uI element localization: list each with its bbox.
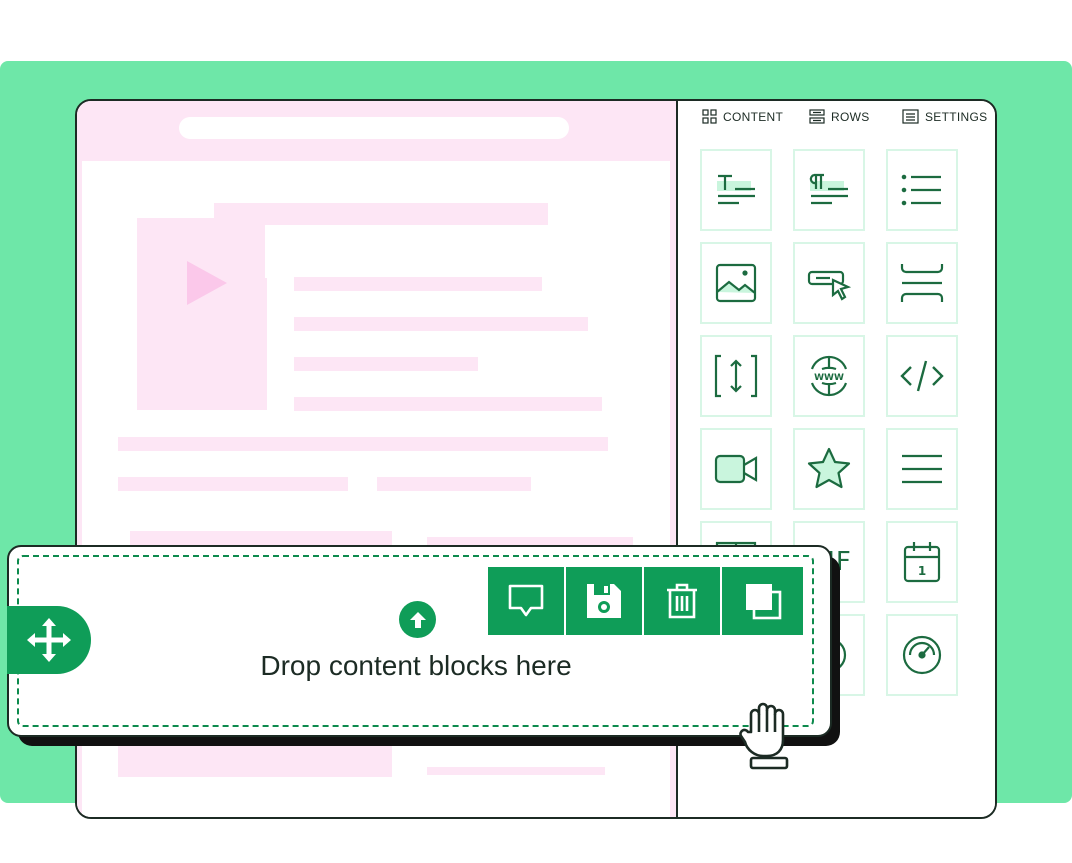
- text-line-placeholder: [294, 277, 542, 291]
- social-www-block-icon: WWW: [810, 355, 848, 397]
- comment-icon: [508, 584, 544, 617]
- block-divider[interactable]: [886, 242, 958, 324]
- text-line-placeholder: [294, 397, 602, 411]
- tab-content[interactable]: CONTENT: [702, 109, 783, 124]
- comment-button[interactable]: [488, 567, 566, 635]
- block-video[interactable]: [700, 428, 772, 510]
- upload-arrow-icon: [399, 601, 436, 638]
- image-block-icon: [715, 263, 757, 303]
- block-menu[interactable]: [886, 428, 958, 510]
- spacer-block-icon: [714, 354, 758, 398]
- block-spacer[interactable]: [700, 335, 772, 417]
- block-gauge[interactable]: [886, 614, 958, 696]
- block-title[interactable]: [700, 149, 772, 231]
- text-line-placeholder: [118, 477, 348, 491]
- save-icon: [587, 584, 621, 618]
- icon-star-block-icon: [807, 447, 851, 489]
- move-handle[interactable]: [7, 606, 91, 674]
- duplicate-icon: [745, 584, 781, 620]
- html-code-block-icon: [900, 360, 944, 392]
- tab-content-label: CONTENT: [723, 109, 784, 124]
- calendar-block-icon: 1: [903, 542, 941, 583]
- text-line-placeholder: [377, 477, 531, 491]
- canvas-address-bar: [179, 117, 569, 139]
- tab-rows-label: ROWS: [831, 109, 870, 124]
- paragraph-block-icon: [809, 173, 848, 205]
- dropzone-text: Drop content blocks here: [260, 650, 572, 681]
- rows-icon: [809, 109, 825, 124]
- tab-rows[interactable]: ROWS: [809, 109, 870, 124]
- block-button[interactable]: [793, 242, 865, 324]
- button-block-icon: [807, 270, 852, 301]
- block-social[interactable]: WWW: [793, 335, 865, 417]
- text-line-placeholder: [294, 357, 478, 371]
- gauge-block-icon: [902, 635, 942, 675]
- block-paragraph[interactable]: [793, 149, 865, 231]
- grab-hand-cursor-icon: [739, 702, 789, 770]
- text-line-placeholder: [294, 317, 588, 331]
- save-button[interactable]: [566, 567, 644, 635]
- calendar-day: 1: [918, 564, 926, 578]
- video-block-icon: [714, 454, 758, 484]
- text-line-placeholder: [118, 437, 608, 451]
- block-toolbar: [488, 567, 805, 635]
- block-image[interactable]: [700, 242, 772, 324]
- duplicate-button[interactable]: [722, 567, 803, 635]
- text-line-placeholder: [427, 767, 605, 775]
- block-html[interactable]: [886, 335, 958, 417]
- trash-icon: [667, 583, 697, 619]
- title-block-icon: [717, 174, 755, 205]
- svg-text:WWW: WWW: [814, 373, 844, 383]
- block-calendar[interactable]: 1: [886, 521, 958, 603]
- settings-icon: [902, 109, 919, 124]
- menu-block-icon: [902, 454, 942, 484]
- block-icon[interactable]: [793, 428, 865, 510]
- move-icon: [27, 618, 71, 662]
- list-block-icon: [901, 174, 941, 206]
- grid-icon: [702, 109, 717, 124]
- tab-settings[interactable]: SETTINGS: [902, 109, 987, 124]
- play-icon: [187, 261, 227, 305]
- block-list[interactable]: [886, 149, 958, 231]
- text-line-placeholder: [130, 531, 392, 545]
- delete-button[interactable]: [644, 567, 722, 635]
- divider-block-icon: [900, 264, 944, 302]
- tab-settings-label: SETTINGS: [925, 109, 988, 124]
